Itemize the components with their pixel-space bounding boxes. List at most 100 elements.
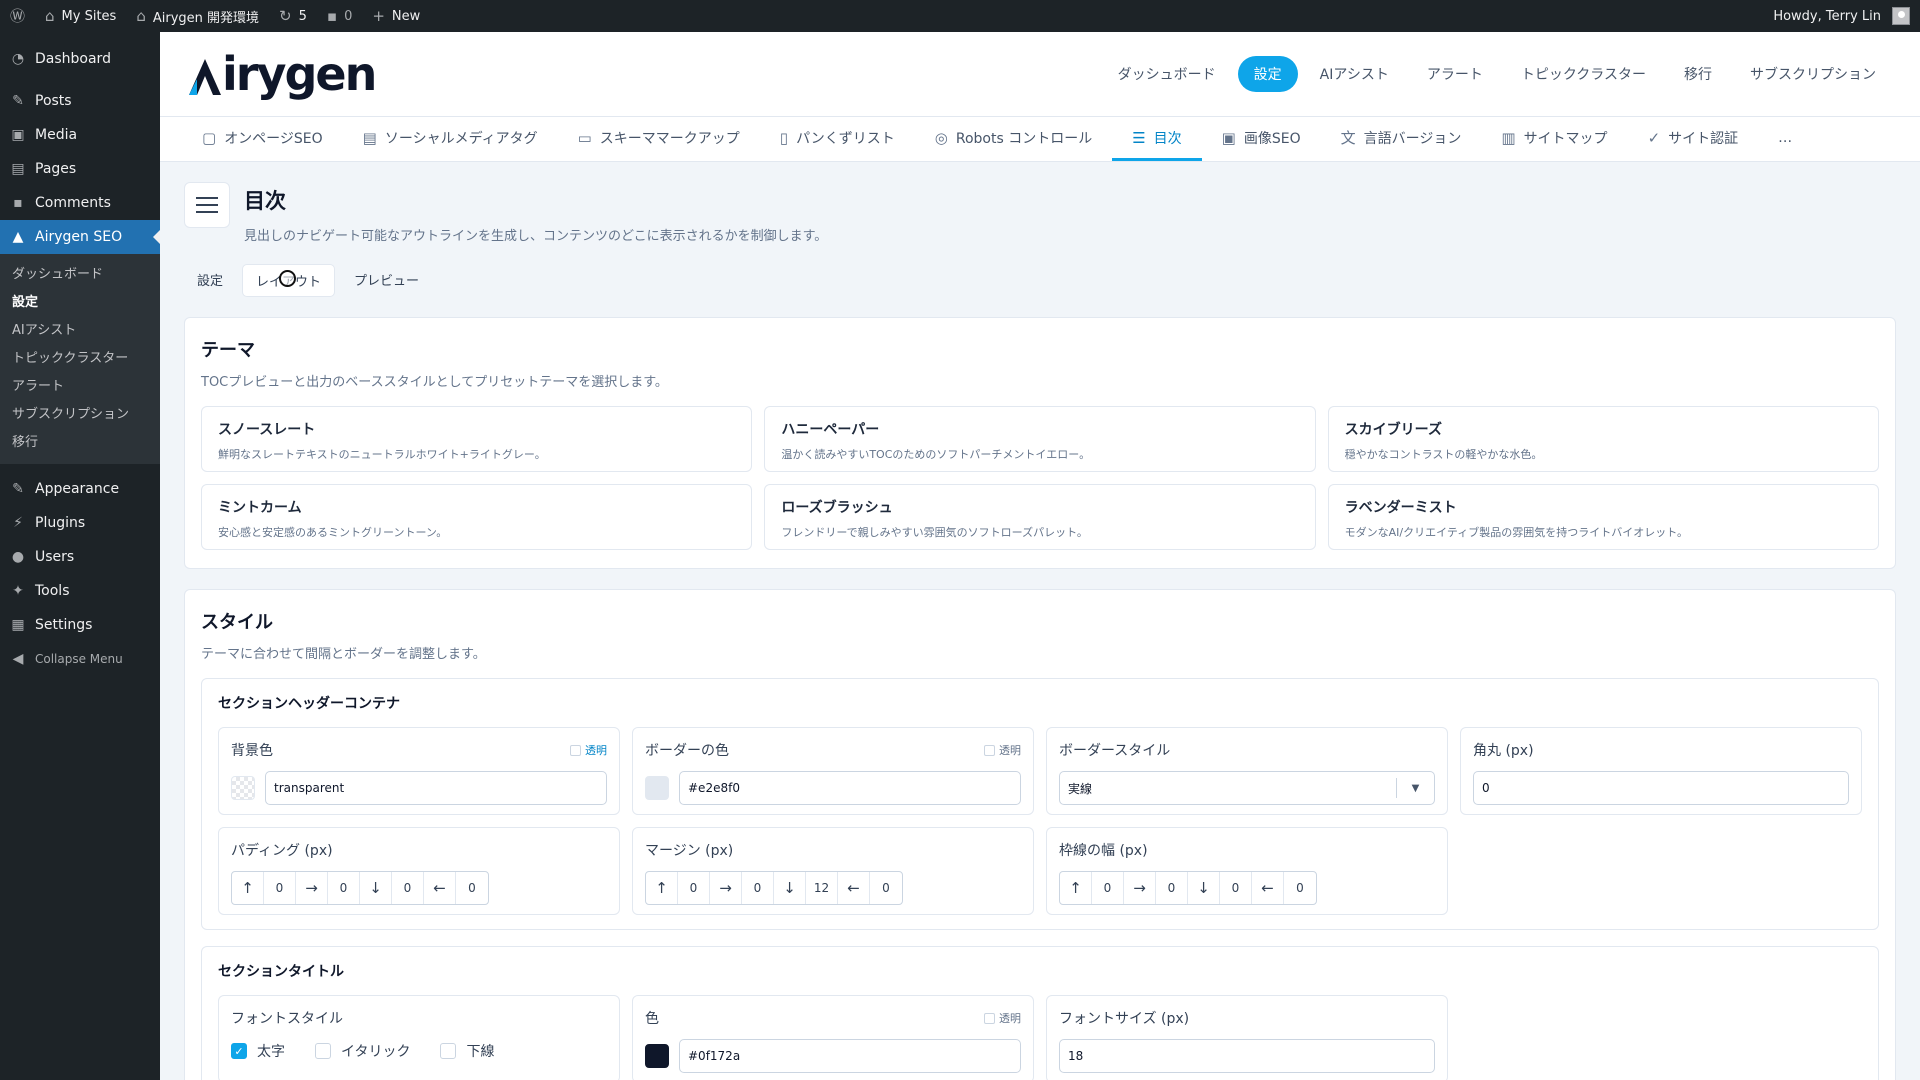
menu-appearance[interactable]: ✎ Appearance (0, 472, 160, 506)
italic-checkbox[interactable]: イタリック (315, 1041, 410, 1061)
padding-top-input[interactable]: 0 (264, 872, 296, 904)
comment-icon: ▪ (13, 195, 23, 211)
style-card: スタイル テーマに合わせて間隔とボーダーを調整します。 セクションヘッダーコンテ… (184, 589, 1896, 1080)
topnav-migration[interactable]: 移行 (1668, 56, 1728, 92)
topnav-dashboard[interactable]: ダッシュボード (1102, 56, 1232, 92)
theme-option-honey-paper[interactable]: ハニーペーパー 温かく読みやすいTOCのためのソフトパーチメントイエロー。 (764, 406, 1316, 472)
theme-option-rose-blush[interactable]: ローズブラッシュ フレンドリーで親しみやすい雰囲気のソフトローズパレット。 (764, 484, 1316, 550)
card-icon: ▤ (362, 128, 377, 147)
subtab-preview[interactable]: プレビュー (341, 264, 432, 297)
border-width-top-input[interactable]: 0 (1092, 872, 1124, 904)
margin-right-input[interactable]: 0 (742, 872, 774, 904)
border-width-bottom-input[interactable]: 0 (1220, 872, 1252, 904)
plugin-header: irygen ダッシュボード 設定 AIアシスト アラート トピッククラスター … (160, 32, 1920, 116)
tab-toc[interactable]: ☰ 目次 (1112, 117, 1202, 161)
gauge-icon: ◔ (11, 51, 25, 67)
subtab-layout[interactable]: レイアウト (242, 264, 336, 297)
submenu-migration[interactable]: 移行 (0, 429, 160, 457)
menu-posts[interactable]: ✎ Posts (0, 84, 160, 118)
menu-users[interactable]: ● Users (0, 540, 160, 574)
subtab-settings[interactable]: 設定 (184, 264, 236, 297)
menu-dashboard[interactable]: ◔ Dashboard (0, 42, 160, 76)
admin-bar: Ⓦ ⌂ My Sites ⌂ Airygen 開発環境 ↻ 5 ▪ 0 + New How… (0, 0, 1920, 32)
tab-social-media[interactable]: ▤ ソーシャルメディアタグ (343, 117, 558, 161)
margin-left-input[interactable]: 0 (870, 872, 902, 904)
border-radius-input[interactable]: 0 (1473, 771, 1849, 805)
menu-pages[interactable]: ▤ Pages (0, 152, 160, 186)
submenu-topic-cluster[interactable]: トピッククラスター (0, 345, 160, 373)
robot-icon: ◎ (934, 128, 948, 147)
submenu-ai-assist[interactable]: AIアシスト (0, 317, 160, 345)
menu-plugins[interactable]: ⚡ Plugins (0, 506, 160, 540)
menu-airygen-seo[interactable]: ▲ Airygen SEO (0, 220, 160, 254)
border-width-left-input[interactable]: 0 (1284, 872, 1316, 904)
topnav-topic-cluster[interactable]: トピッククラスター (1505, 56, 1662, 92)
bg-transparent-toggle[interactable]: 透明 (570, 742, 607, 758)
border-color-input[interactable]: #e2e8f0 (679, 771, 1021, 805)
account-menu[interactable]: Howdy, Terry Lin (1763, 0, 1920, 32)
theme-option-lavender-mist[interactable]: ラベンダーミスト モダンなAI/クリエイティブ製品の雰囲気を持つライトバイオレット… (1327, 484, 1879, 550)
border-width-field: 枠線の幅 (px) ↑ 0 → 0 ↓ 0 ← 0 (1046, 827, 1448, 915)
tab-schema[interactable]: ▭ スキーママークアップ (558, 117, 760, 161)
underline-checkbox[interactable]: 下線 (440, 1041, 494, 1061)
padding-field: パディング (px) ↑ 0 → 0 ↓ 0 ← 0 (218, 827, 620, 915)
topnav-settings[interactable]: 設定 (1237, 56, 1298, 92)
comment-icon: ▪ (326, 6, 338, 25)
refresh-icon: ↻ (279, 6, 292, 25)
topnav-alerts[interactable]: アラート (1411, 56, 1499, 92)
new-content-link[interactable]: + New (362, 0, 430, 32)
margin-top-input[interactable]: 0 (678, 872, 710, 904)
arrow-right-icon: → (1124, 872, 1156, 904)
tab-site-verification[interactable]: ✓ サイト認証 (1628, 117, 1759, 161)
wordpress-icon: Ⓦ (10, 6, 26, 25)
topnav-subscription[interactable]: サブスクリプション (1734, 56, 1892, 92)
tab-more[interactable]: … (1758, 117, 1812, 161)
tab-onpage-seo[interactable]: ▢ オンページSEO (182, 117, 343, 161)
border-radius-field: 角丸 (px) 0 (1460, 727, 1862, 815)
tab-sitemap[interactable]: ▥ サイトマップ (1481, 117, 1627, 161)
menu-tools[interactable]: ✦ Tools (0, 574, 160, 608)
padding-right-input[interactable]: 0 (328, 872, 360, 904)
tab-image-seo[interactable]: ▣ 画像SEO (1202, 117, 1321, 161)
theme-option-sky-breeze[interactable]: スカイブリーズ 穏やかなコントラストの軽やかな水色。 (1327, 406, 1879, 472)
font-size-input[interactable]: 18 (1059, 1039, 1435, 1073)
submenu-alerts[interactable]: アラート (0, 373, 160, 401)
topnav-ai-assist[interactable]: AIアシスト (1304, 56, 1405, 92)
theme-option-snow-slate[interactable]: スノースレート 鮮明なスレートテキストのニュートラルホワイト+ライトグレー。 (201, 406, 753, 472)
border-color-field: ボーダーの色 透明 #e2e8f0 (632, 727, 1034, 815)
bg-color-swatch[interactable] (231, 776, 255, 800)
border-color-swatch[interactable] (645, 776, 669, 800)
wrench-icon: ✦ (12, 583, 24, 599)
title-color-swatch[interactable] (645, 1044, 669, 1068)
tab-language[interactable]: 文言語バージョン (1321, 117, 1482, 161)
border-transparent-toggle[interactable]: 透明 (984, 742, 1021, 758)
plus-icon: + (372, 6, 385, 25)
title-color-input[interactable]: #0f172a (679, 1039, 1021, 1073)
border-style-select[interactable]: 実線 ▼ (1059, 771, 1435, 805)
submenu-settings[interactable]: 設定 (0, 289, 160, 317)
theme-option-mint-calm[interactable]: ミントカーム 安心感と安定感のあるミントグリーントーン。 (201, 484, 753, 550)
site-name-link[interactable]: ⌂ Airygen 開発環境 (126, 0, 269, 32)
padding-bottom-input[interactable]: 0 (392, 872, 424, 904)
wp-logo-button[interactable]: Ⓦ (0, 0, 35, 32)
margin-bottom-input[interactable]: 12 (806, 872, 838, 904)
submenu-dashboard[interactable]: ダッシュボード (0, 261, 160, 289)
title-transparent-toggle[interactable]: 透明 (984, 1010, 1021, 1026)
menu-media[interactable]: ▣ Media (0, 118, 160, 152)
padding-left-input[interactable]: 0 (456, 872, 488, 904)
menu-settings[interactable]: ▦ Settings (0, 608, 160, 642)
submenu-subscription[interactable]: サブスクリプション (0, 401, 160, 429)
my-sites-link[interactable]: ⌂ My Sites (35, 0, 126, 32)
bold-checkbox[interactable]: ✓ 太字 (231, 1041, 285, 1061)
settings-icon: ▦ (11, 617, 25, 633)
border-width-right-input[interactable]: 0 (1156, 872, 1188, 904)
collapse-menu-button[interactable]: ◀ Collapse Menu (0, 642, 160, 676)
bg-color-input[interactable]: transparent (265, 771, 607, 805)
toc-menu-icon (184, 182, 230, 228)
updates-link[interactable]: ↻ 5 (269, 0, 317, 32)
section-title-heading: セクションタイトル (218, 964, 344, 980)
tab-breadcrumbs[interactable]: ▯ パンくずリスト (760, 117, 915, 161)
menu-comments[interactable]: ▪ Comments (0, 186, 160, 220)
tab-robots[interactable]: ◎ Robots コントロール (915, 117, 1112, 161)
comments-link[interactable]: ▪ 0 (317, 0, 362, 32)
